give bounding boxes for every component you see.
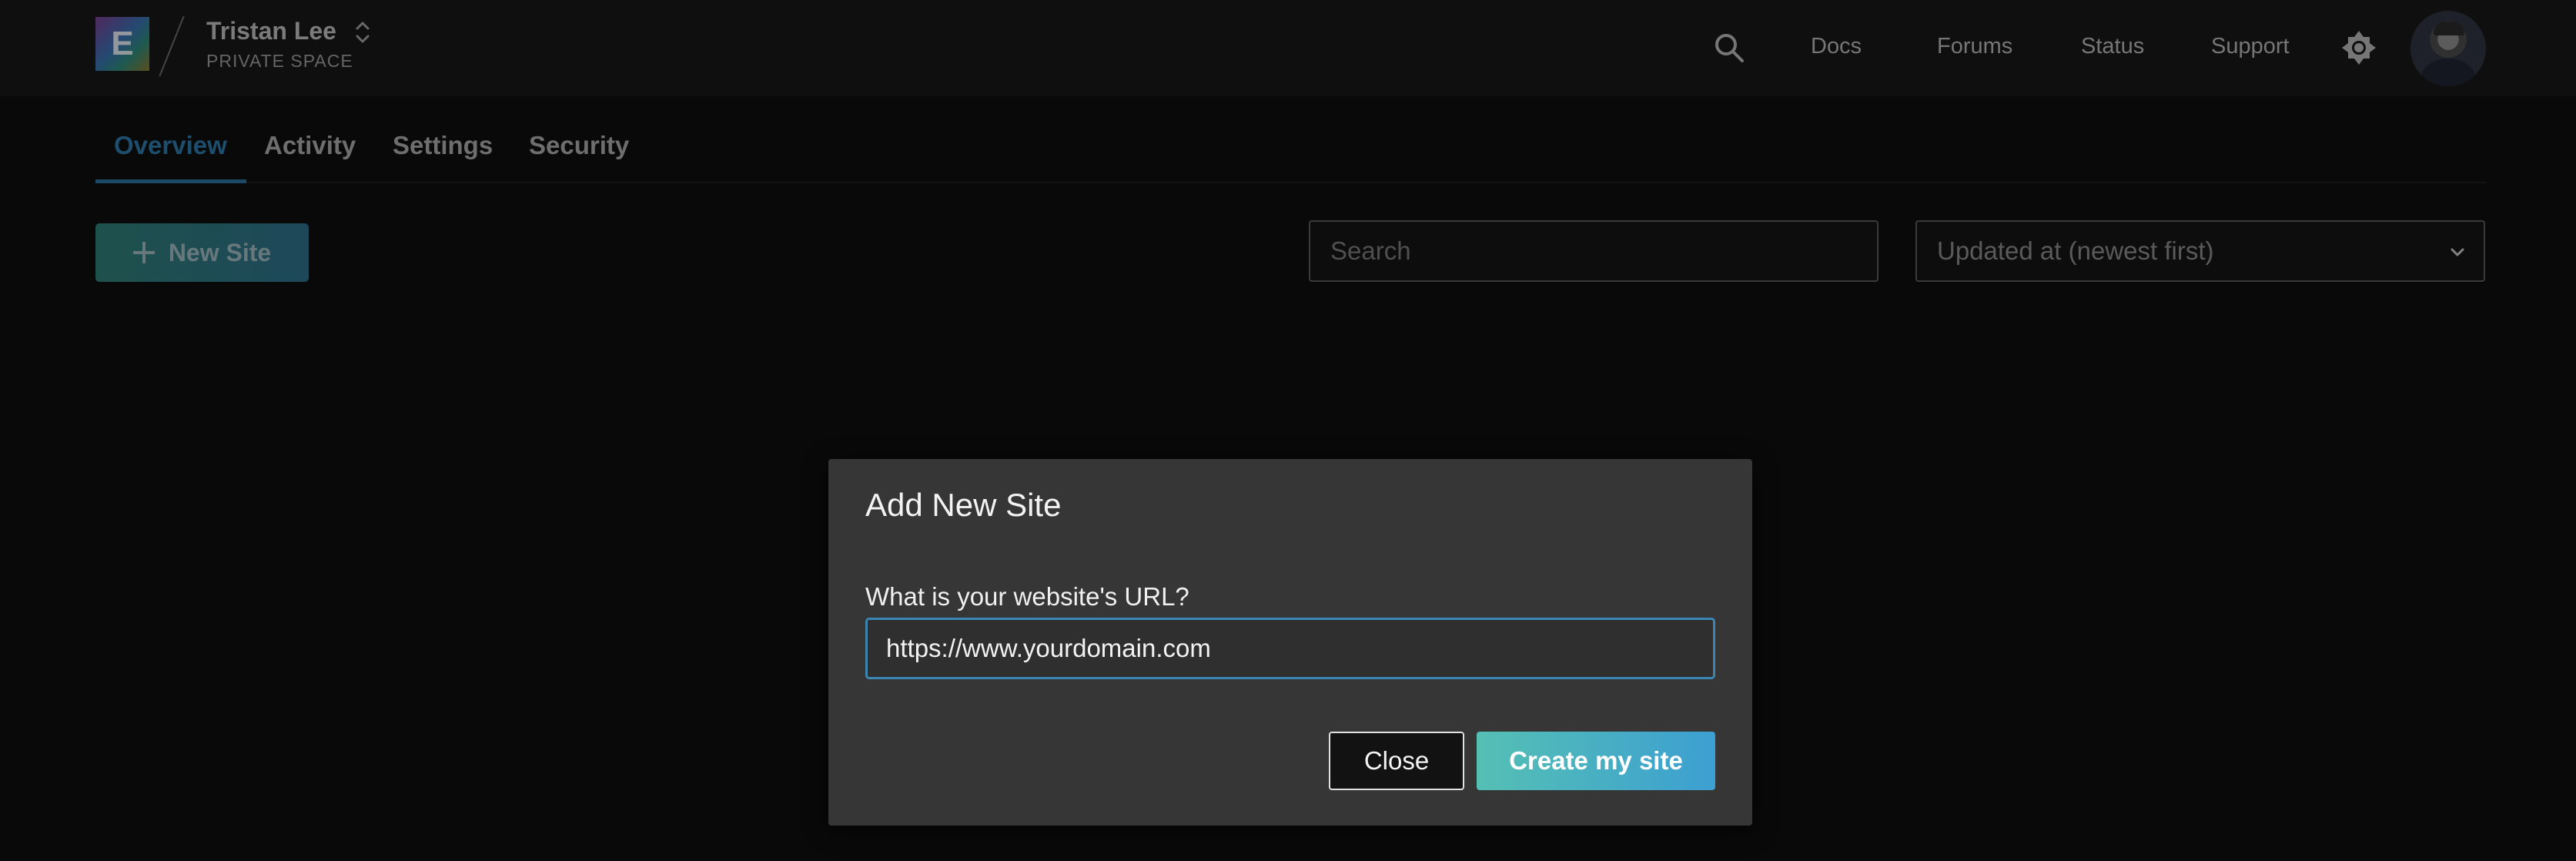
- url-label: What is your website's URL?: [865, 582, 1189, 611]
- dialog-title: Add New Site: [865, 487, 1062, 523]
- url-input[interactable]: [865, 618, 1715, 679]
- close-button[interactable]: Close: [1329, 732, 1464, 790]
- add-site-dialog: Add New Site What is your website's URL?…: [828, 459, 1752, 826]
- create-site-button[interactable]: Create my site: [1477, 732, 1715, 790]
